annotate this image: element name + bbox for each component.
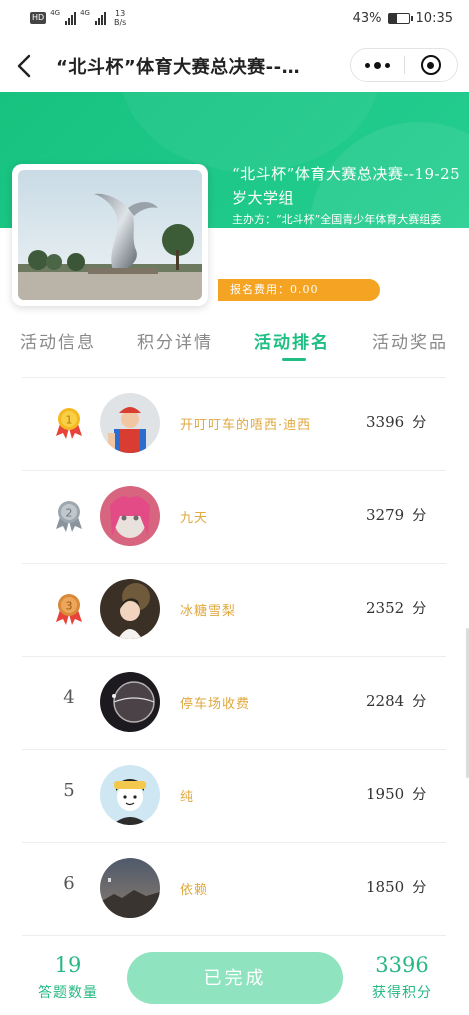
tab-bar: 活动信息 积分详情 活动排名 活动奖品	[0, 322, 469, 370]
hd-badge: HD	[30, 12, 47, 24]
event-title: “北斗杯”体育大赛总决赛--19-25岁大学组	[232, 165, 461, 207]
net-speed-value: 13	[115, 9, 126, 18]
completed-button[interactable]: 已完成	[127, 952, 343, 1004]
score-value: 3279	[366, 506, 405, 524]
close-miniprogram-button[interactable]	[405, 49, 457, 81]
avatar[interactable]	[100, 858, 160, 918]
player-score: 2352 分	[366, 598, 426, 618]
avatar-image	[100, 579, 160, 639]
answered-count-stat: 19 答题数量	[28, 952, 108, 1002]
sculpture-photo	[18, 170, 202, 300]
ranking-row[interactable]: 5 纯 1950 分	[22, 750, 446, 843]
clock: 10:35	[415, 11, 453, 26]
signal-2-tag: 4G	[80, 9, 90, 17]
back-button[interactable]	[12, 52, 38, 80]
medal-number: 3	[66, 600, 73, 613]
points-earned-value: 3396	[375, 953, 429, 977]
event-cover-image	[12, 164, 208, 306]
score-unit: 分	[412, 508, 427, 524]
miniprogram-capsule	[350, 48, 458, 82]
score-unit: 分	[412, 880, 427, 896]
ranking-row[interactable]: 1 开叮叮车的唔西·迪西 3396 分	[22, 378, 446, 471]
score-value: 2284	[366, 692, 405, 710]
net-speed: 13 B/s	[114, 9, 126, 27]
ranking-row[interactable]: 3 冰糖雪梨 2352 分	[22, 564, 446, 657]
avatar[interactable]	[100, 393, 160, 453]
nav-bar: “北斗杯”体育大赛总决赛--…	[0, 40, 469, 92]
avatar-image	[100, 393, 160, 453]
page-title: “北斗杯”体育大赛总决赛--…	[56, 57, 301, 78]
avatar-image	[100, 858, 160, 918]
chevron-left-icon	[17, 54, 31, 78]
score-unit: 分	[412, 601, 427, 617]
points-earned-label: 获得积分	[372, 985, 432, 1001]
player-score: 2284 分	[366, 691, 426, 711]
battery-fill	[388, 14, 398, 23]
event-organizer: 主办方：“北斗杯”全国青少年体育大赛组委会	[232, 213, 442, 245]
status-bar: HD 4G 4G 13 B/s 43% 10:35	[0, 0, 469, 40]
avatar[interactable]	[100, 579, 160, 639]
player-name: 开叮叮车的唔西·迪西	[180, 418, 312, 433]
score-value: 1850	[366, 878, 405, 896]
silver-medal-icon: 2	[56, 501, 82, 532]
status-right: 43% 10:35	[353, 11, 453, 26]
tab-activity-ranking[interactable]: 活动排名	[254, 328, 330, 353]
medal-number: 2	[66, 507, 73, 520]
medal-number: 1	[66, 414, 73, 427]
score-unit: 分	[412, 415, 427, 431]
avatar[interactable]	[100, 765, 160, 825]
battery-percent: 43%	[352, 11, 382, 26]
avatar-image	[100, 765, 160, 825]
player-score: 1850 分	[366, 877, 426, 897]
score-value: 1950	[366, 785, 405, 803]
player-name: 九天	[180, 511, 209, 526]
more-dots-icon	[365, 62, 370, 68]
score-value: 3396	[366, 413, 405, 431]
tab-points-detail[interactable]: 积分详情	[137, 328, 213, 353]
rank-number: 5	[63, 780, 75, 801]
answered-count-value: 19	[54, 953, 82, 977]
score-value: 2352	[366, 599, 405, 617]
bronze-medal-icon: 3	[56, 594, 82, 625]
ranking-row[interactable]: 4 停车场收费 2284 分	[22, 657, 446, 750]
signal-2-icon	[94, 11, 106, 25]
footer-bar: 19 答题数量 已完成 3396 获得积分	[0, 942, 469, 1015]
player-score: 3396 分	[366, 412, 426, 432]
status-left: HD 4G 4G 13 B/s	[30, 9, 126, 27]
tab-activity-prizes[interactable]: 活动奖品	[372, 328, 448, 353]
ranking-row[interactable]: 6 依赖 1850 分	[22, 843, 446, 936]
avatar-image	[100, 486, 160, 546]
player-name: 停车场收费	[180, 697, 251, 712]
player-score: 3279 分	[366, 505, 426, 525]
avatar[interactable]	[100, 672, 160, 732]
ranking-row[interactable]: 2 九天 3279 分	[22, 471, 446, 564]
score-unit: 分	[412, 694, 427, 710]
player-name: 依赖	[180, 883, 209, 898]
more-button[interactable]	[351, 49, 404, 81]
answered-count-label: 答题数量	[38, 985, 98, 1001]
score-unit: 分	[412, 787, 427, 803]
net-speed-unit: B/s	[113, 18, 127, 27]
player-score: 1950 分	[366, 784, 426, 804]
target-circle-icon	[420, 55, 441, 75]
active-tab-indicator	[282, 358, 306, 361]
player-name: 冰糖雪梨	[180, 604, 237, 619]
fee-tag: 报名费用：0.00	[218, 279, 380, 301]
signal-1-icon	[65, 11, 77, 25]
avatar-image	[100, 672, 160, 732]
player-name: 纯	[180, 790, 195, 805]
signal-1-tag: 4G	[50, 9, 61, 17]
points-earned-stat: 3396 获得积分	[362, 952, 442, 1002]
tab-activity-info[interactable]: 活动信息	[20, 328, 96, 353]
gold-medal-icon: 1	[56, 408, 82, 439]
battery-icon	[387, 13, 413, 24]
more-dot-mid	[374, 61, 381, 69]
more-dot-right	[385, 62, 390, 68]
avatar[interactable]	[100, 486, 160, 546]
rank-number: 4	[63, 687, 75, 708]
rank-number: 6	[63, 873, 75, 894]
